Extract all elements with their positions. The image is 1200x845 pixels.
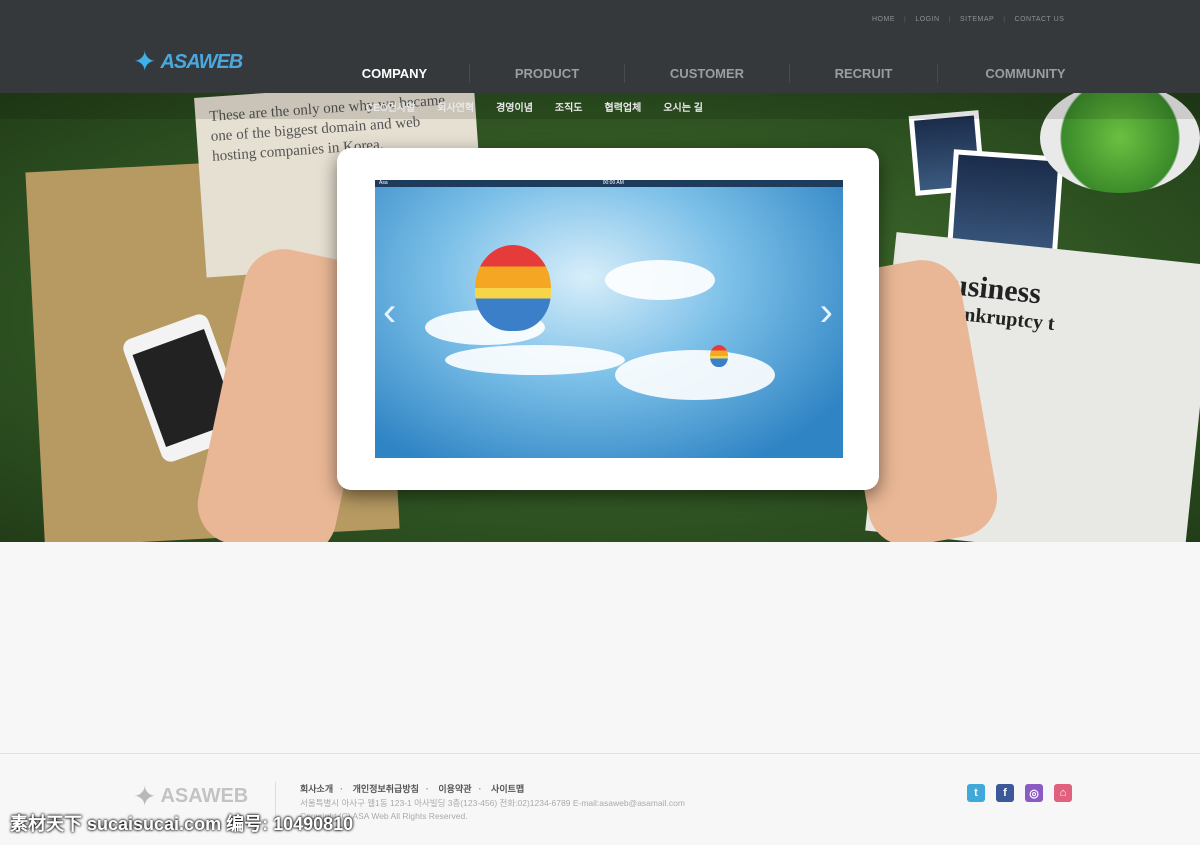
star-logo-icon: ✦ [133, 781, 157, 812]
footer-logo: ✦ ASAWEB [133, 780, 248, 813]
twitter-icon[interactable]: t [967, 784, 985, 802]
slide-image: Asa 00:00 AM ‹ › [375, 180, 843, 458]
login-link[interactable]: LOGIN [915, 16, 939, 23]
nav-community[interactable]: COMMUNITY [938, 64, 1113, 83]
status-time: 00:00 AM [602, 180, 624, 186]
utility-nav: HOME | LOGIN | SITEMAP | CONTACT US [872, 16, 1065, 23]
subnav-philosophy[interactable]: 경영이념 [496, 99, 533, 114]
status-left: Asa [379, 180, 388, 186]
logo[interactable]: ✦ ASAWEB [133, 46, 243, 77]
home-link[interactable]: HOME [872, 16, 895, 23]
watermark: 素材天下 sucaisucai.com 编号: 10490810 [10, 814, 354, 834]
hero-banner: CEO인사말 회사연혁 경영이념 조직도 협력업체 오시는 길 These ar… [0, 93, 1200, 542]
subnav-history[interactable]: 회사연혁 [437, 99, 474, 114]
sub-nav: CEO인사말 회사연혁 경영이념 조직도 협력업체 오시는 길 [0, 93, 1200, 119]
blog-icon[interactable]: ⌂ [1054, 784, 1072, 802]
hot-air-balloon [475, 245, 551, 331]
facebook-icon[interactable]: f [996, 784, 1014, 802]
logo-text: ASAWEB [160, 50, 243, 73]
footer-info: 서울특별시 아사구 웹1동 123-1 아사빌딩 3층(123-456) 전화:… [300, 797, 685, 823]
nav-product[interactable]: PRODUCT [470, 64, 625, 83]
contact-link[interactable]: CONTACT US [1015, 16, 1065, 23]
footer-link-about[interactable]: 회사소개 [300, 784, 333, 794]
tablet-slider: Asa 00:00 AM ‹ › [337, 148, 879, 490]
subnav-organization[interactable]: 조직도 [555, 99, 583, 114]
nav-customer[interactable]: CUSTOMER [625, 64, 790, 83]
main-nav: COMPANY PRODUCT CUSTOMER RECRUIT COMMUNI… [320, 64, 1120, 83]
chevron-left-icon[interactable]: ‹ [383, 290, 396, 335]
instagram-icon[interactable]: ◎ [1025, 784, 1043, 802]
subnav-directions[interactable]: 오시는 길 [663, 99, 703, 114]
sitemap-link[interactable]: SITEMAP [960, 16, 994, 23]
copyright: Copyright (C) ASA Web All Rights Reserve… [300, 811, 468, 821]
footer-link-sitemap[interactable]: 사이트맵 [491, 784, 524, 794]
header: HOME | LOGIN | SITEMAP | CONTACT US ✦ ASAWEB… [0, 0, 1200, 93]
nav-company[interactable]: COMPANY [320, 64, 470, 83]
footer-link-terms[interactable]: 이용약관 [438, 784, 471, 794]
tablet-status-bar: Asa 00:00 AM [375, 180, 843, 187]
subnav-ceo[interactable]: CEO인사말 [366, 99, 415, 114]
hot-air-balloon [710, 345, 728, 367]
footer-link-privacy[interactable]: 개인정보취급방침 [353, 784, 419, 794]
star-logo-icon: ✦ [133, 46, 157, 77]
chevron-right-icon[interactable]: › [820, 290, 833, 335]
social-links: t f ◎ ⌂ [967, 784, 1072, 802]
address: 서울특별시 아사구 웹1동 123-1 아사빌딩 3층(123-456) 전화:… [300, 798, 685, 808]
footer-logo-text: ASAWEB [160, 785, 249, 807]
footer-links: 회사소개 · 개인정보취급방침 · 이용약관 · 사이트맵 [300, 784, 525, 794]
nav-recruit[interactable]: RECRUIT [790, 64, 938, 83]
subnav-partners[interactable]: 협력업체 [605, 99, 642, 114]
